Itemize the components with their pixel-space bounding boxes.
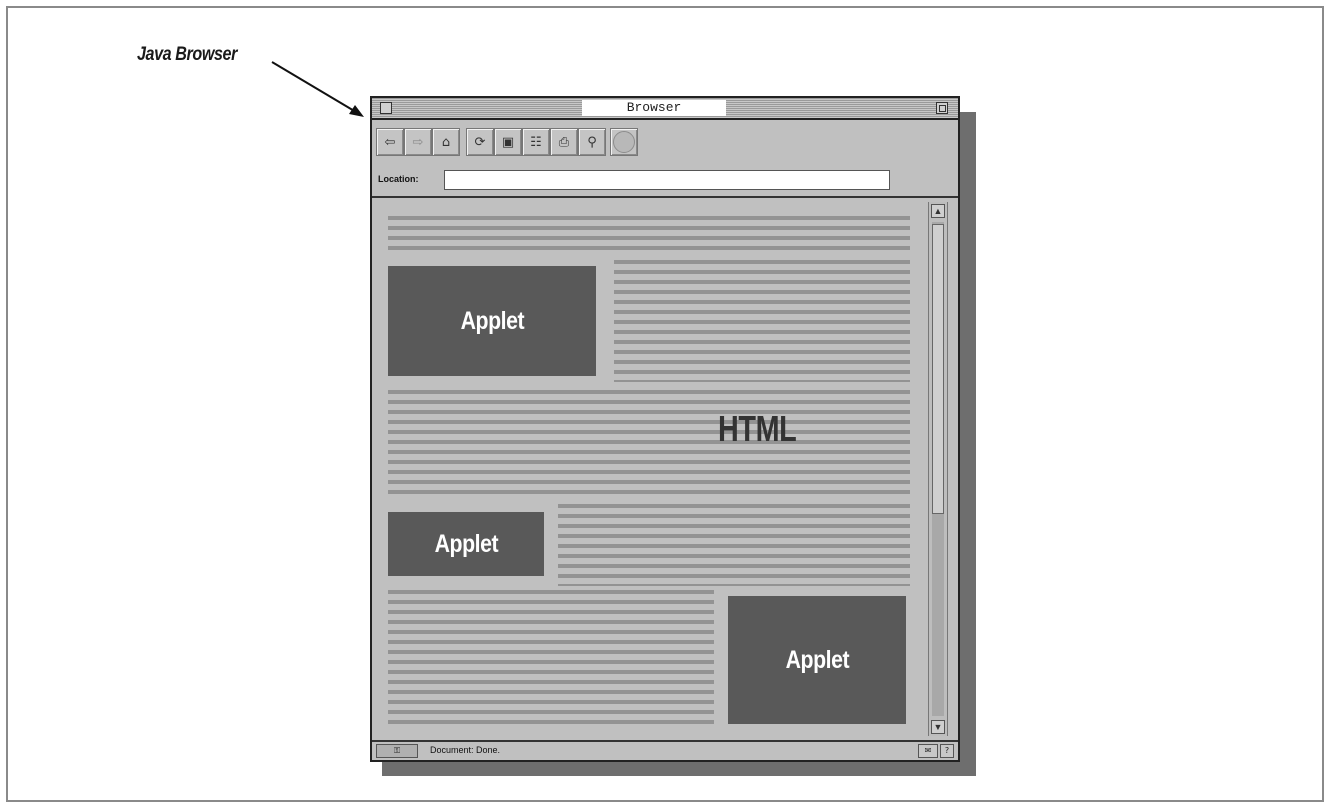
page-content: Applet Applet Applet HTML bbox=[372, 198, 928, 738]
applet-label: Applet bbox=[460, 306, 524, 335]
open-icon: ☷ bbox=[530, 134, 542, 150]
reload-icon: ⟳ bbox=[474, 134, 486, 150]
text-lines bbox=[558, 504, 910, 586]
status-text: Document: Done. bbox=[430, 745, 501, 755]
scroll-up-icon[interactable]: ▲ bbox=[931, 204, 945, 218]
applet-box[interactable]: Applet bbox=[728, 596, 906, 724]
images-icon: ▣ bbox=[501, 134, 515, 150]
browser-window: Browser ⇦ ⇨ ⌂ ⟳ ▣ ☷ ⎙ ⚲ Location: Applet… bbox=[370, 96, 960, 762]
applet-box[interactable]: Applet bbox=[388, 512, 544, 576]
window-title: Browser bbox=[582, 100, 726, 116]
text-lines bbox=[388, 590, 714, 728]
title-bar[interactable]: Browser bbox=[372, 98, 958, 120]
applet-label: Applet bbox=[785, 645, 849, 674]
text-lines bbox=[388, 216, 910, 250]
html-label: HTML bbox=[718, 408, 797, 449]
location-input[interactable] bbox=[444, 170, 890, 190]
security-key-icon[interactable]: ⚿ bbox=[376, 744, 418, 758]
close-box-icon[interactable] bbox=[380, 102, 392, 114]
location-label: Location: bbox=[378, 174, 419, 184]
forward-button[interactable]: ⇨ bbox=[404, 128, 432, 156]
print-button[interactable]: ⎙ bbox=[550, 128, 578, 156]
back-icon: ⇦ bbox=[384, 134, 396, 150]
applet-box[interactable]: Applet bbox=[388, 266, 596, 376]
print-icon: ⎙ bbox=[558, 134, 570, 150]
stop-button[interactable] bbox=[610, 128, 638, 156]
zoom-box-icon[interactable] bbox=[936, 102, 948, 114]
applet-label: Applet bbox=[434, 529, 498, 558]
back-button[interactable]: ⇦ bbox=[376, 128, 404, 156]
find-button[interactable]: ⚲ bbox=[578, 128, 606, 156]
home-icon: ⌂ bbox=[441, 134, 451, 150]
status-icons: ✉ ? bbox=[918, 744, 954, 758]
text-lines bbox=[614, 260, 910, 382]
find-icon: ⚲ bbox=[587, 134, 597, 150]
open-button[interactable]: ☷ bbox=[522, 128, 550, 156]
callout-label: Java Browser bbox=[137, 44, 237, 65]
text-lines bbox=[388, 390, 910, 498]
scroll-thumb[interactable] bbox=[932, 224, 944, 514]
vertical-scrollbar[interactable]: ▲ ▼ bbox=[928, 202, 948, 736]
images-button[interactable]: ▣ bbox=[494, 128, 522, 156]
home-button[interactable]: ⌂ bbox=[432, 128, 460, 156]
scroll-down-icon[interactable]: ▼ bbox=[931, 720, 945, 734]
toolbar: ⇦ ⇨ ⌂ ⟳ ▣ ☷ ⎙ ⚲ Location: bbox=[372, 120, 958, 198]
help-icon[interactable]: ? bbox=[940, 744, 954, 758]
reload-button[interactable]: ⟳ bbox=[466, 128, 494, 156]
status-bar: ⚿ Document: Done. ✉ ? bbox=[372, 740, 958, 760]
mail-icon[interactable]: ✉ bbox=[918, 744, 938, 758]
forward-icon: ⇨ bbox=[412, 134, 424, 150]
